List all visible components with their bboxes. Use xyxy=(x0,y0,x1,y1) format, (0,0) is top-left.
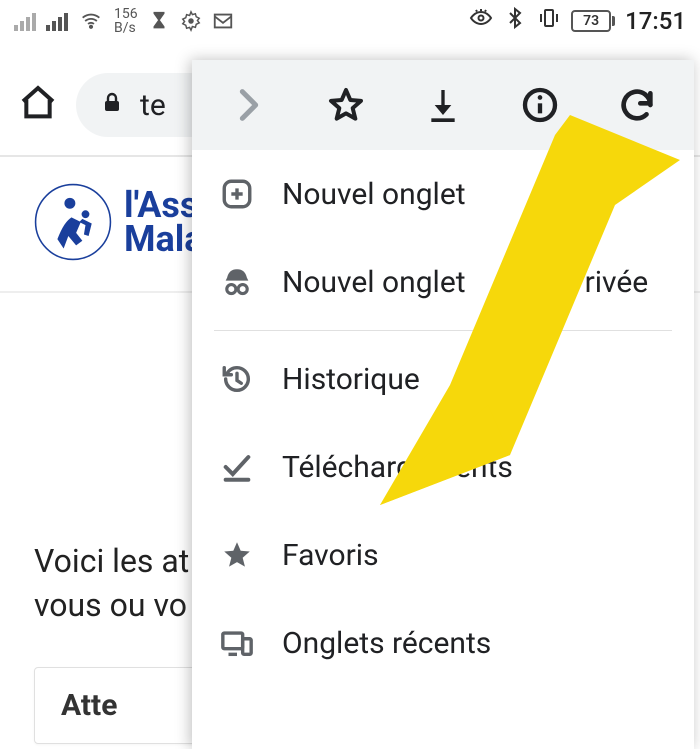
menu-item-history[interactable]: Historique xyxy=(194,335,692,423)
battery-indicator: 73 xyxy=(571,10,615,32)
devices-icon xyxy=(218,624,256,662)
eye-comfort-icon xyxy=(469,6,493,36)
menu-item-bookmarks[interactable]: Favoris xyxy=(194,511,692,599)
forward-button[interactable] xyxy=(227,83,271,127)
menu-toolbar xyxy=(192,60,694,150)
vibrate-icon xyxy=(537,6,561,36)
history-icon xyxy=(218,360,256,398)
status-left: 156 B/s xyxy=(14,7,234,35)
bandwidth-value: 156 xyxy=(114,7,138,21)
bandwidth-indicator: 156 B/s xyxy=(114,7,138,35)
menu-item-label: Favoris xyxy=(282,538,379,573)
bluetooth-icon xyxy=(503,6,527,36)
menu-item-label: Nouvel onglet xyxy=(282,177,466,212)
menu-item-label: Nouvel onglet X nav. p rivée xyxy=(282,265,648,300)
menu-divider xyxy=(214,330,672,331)
star-filled-icon xyxy=(218,536,256,574)
menu-item-recent-tabs[interactable]: Onglets récents xyxy=(194,599,692,687)
menu-item-label: Téléchargements xyxy=(282,450,513,485)
battery-pct: 73 xyxy=(583,13,599,29)
url-text: te xyxy=(140,88,166,123)
wifi-icon xyxy=(78,11,104,31)
lock-icon xyxy=(100,88,124,123)
plus-square-icon xyxy=(218,175,256,213)
logo-figure-icon xyxy=(34,183,112,261)
menu-item-new-tab[interactable]: Nouvel onglet xyxy=(194,150,692,238)
signal-2-icon xyxy=(46,11,68,31)
menu-item-label: Historique xyxy=(282,362,420,397)
reload-icon[interactable] xyxy=(615,83,659,127)
menu-item-label: Onglets récents xyxy=(282,626,491,661)
browser-menu: Nouvel onglet Nouvel onglet X nav. p riv… xyxy=(192,60,694,749)
hourglass-icon xyxy=(148,10,170,32)
info-icon[interactable] xyxy=(518,83,562,127)
status-right: 73 17:51 xyxy=(469,6,686,36)
status-bar: 156 B/s 73 xyxy=(0,0,700,42)
incognito-icon xyxy=(218,263,256,301)
signal-1-icon xyxy=(14,11,36,31)
mail-icon xyxy=(212,10,234,32)
menu-item-downloads[interactable]: Téléchargements xyxy=(194,423,692,511)
downloads-check-icon xyxy=(218,448,256,486)
star-icon[interactable] xyxy=(324,83,368,127)
home-icon[interactable] xyxy=(18,83,58,127)
bandwidth-unit: B/s xyxy=(114,21,138,35)
gear-icon xyxy=(180,10,202,32)
download-icon[interactable] xyxy=(421,83,465,127)
menu-item-incognito[interactable]: Nouvel onglet X nav. p rivée xyxy=(194,238,692,326)
clock: 17:51 xyxy=(625,7,686,35)
